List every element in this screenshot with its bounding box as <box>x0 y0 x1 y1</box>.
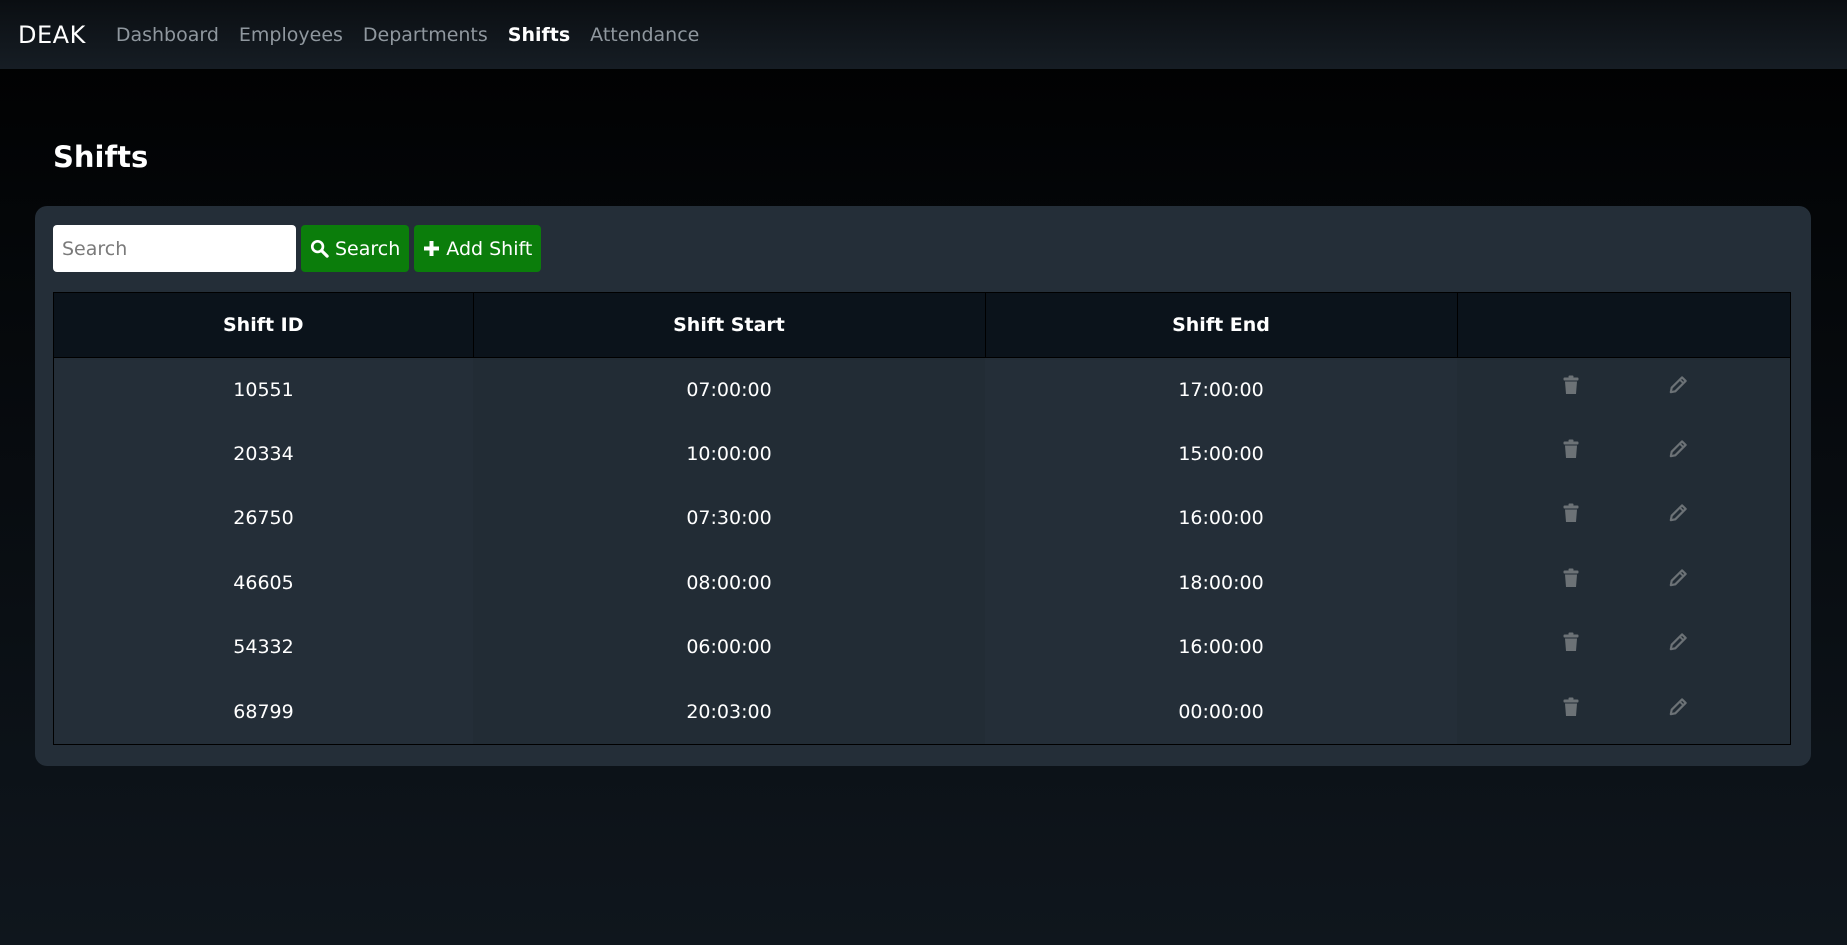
add-shift-button[interactable]: Add Shift <box>414 225 542 272</box>
table-row: 68799 20:03:00 00:00:00 <box>54 679 1790 744</box>
cell-shift-id: 20334 <box>54 421 473 486</box>
nav-link-departments[interactable]: Departments <box>363 24 488 46</box>
cell-shift-id: 68799 <box>54 679 473 744</box>
shifts-table-wrapper: Shift ID Shift Start Shift End 10551 07:… <box>53 292 1791 745</box>
table-row: 54332 06:00:00 16:00:00 <box>54 615 1790 680</box>
cell-shift-start: 07:00:00 <box>473 357 985 422</box>
toolbar: Search Add Shift <box>53 225 542 272</box>
row-actions <box>1457 567 1790 589</box>
search-input[interactable] <box>53 225 296 272</box>
cell-shift-start: 10:00:00 <box>473 421 985 486</box>
brand-logo[interactable]: DEAK <box>18 21 86 49</box>
cell-shift-start: 08:00:00 <box>473 550 985 615</box>
pencil-icon[interactable] <box>1669 502 1687 524</box>
trash-icon[interactable] <box>1562 502 1580 524</box>
page-title: Shifts <box>53 140 149 174</box>
pencil-icon[interactable] <box>1669 567 1687 589</box>
row-actions <box>1457 631 1790 653</box>
cell-actions <box>1457 679 1790 744</box>
table-header-row: Shift ID Shift Start Shift End <box>54 293 1790 358</box>
nav-link-shifts[interactable]: Shifts <box>508 24 570 46</box>
cell-shift-id: 10551 <box>54 357 473 422</box>
cell-actions <box>1457 615 1790 680</box>
cell-shift-end: 18:00:00 <box>985 550 1457 615</box>
cell-shift-id: 26750 <box>54 486 473 551</box>
column-header-actions <box>1457 293 1790 358</box>
column-header-shift-start[interactable]: Shift Start <box>473 293 986 358</box>
cell-actions <box>1457 550 1790 615</box>
trash-icon[interactable] <box>1562 631 1580 653</box>
nav-link-employees[interactable]: Employees <box>239 24 343 46</box>
table-row: 26750 07:30:00 16:00:00 <box>54 486 1790 551</box>
table-row: 10551 07:00:00 17:00:00 <box>54 357 1790 422</box>
add-shift-label: Add Shift <box>446 237 533 260</box>
nav-link-attendance[interactable]: Attendance <box>590 24 699 46</box>
column-header-shift-id[interactable]: Shift ID <box>54 293 474 358</box>
trash-icon[interactable] <box>1562 438 1580 460</box>
cell-shift-end: 17:00:00 <box>985 357 1457 422</box>
cell-actions <box>1457 486 1790 551</box>
row-actions <box>1457 502 1790 524</box>
pencil-icon[interactable] <box>1669 696 1687 718</box>
search-button-label: Search <box>335 237 401 260</box>
cell-shift-end: 00:00:00 <box>985 679 1457 744</box>
trash-icon[interactable] <box>1562 567 1580 589</box>
table-row: 46605 08:00:00 18:00:00 <box>54 550 1790 615</box>
plus-icon <box>423 240 440 257</box>
cell-shift-end: 15:00:00 <box>985 421 1457 486</box>
cell-shift-end: 16:00:00 <box>985 615 1457 680</box>
cell-actions <box>1457 421 1790 486</box>
row-actions <box>1457 374 1790 396</box>
trash-icon[interactable] <box>1562 696 1580 718</box>
cell-shift-start: 07:30:00 <box>473 486 985 551</box>
cell-shift-id: 46605 <box>54 550 473 615</box>
cell-actions <box>1457 357 1790 422</box>
shifts-table: Shift ID Shift Start Shift End 10551 07:… <box>54 293 1790 744</box>
table-row: 20334 10:00:00 15:00:00 <box>54 421 1790 486</box>
pencil-icon[interactable] <box>1669 374 1687 396</box>
top-navbar: DEAK Dashboard Employees Departments Shi… <box>0 0 1847 69</box>
cell-shift-end: 16:00:00 <box>985 486 1457 551</box>
cell-shift-start: 06:00:00 <box>473 615 985 680</box>
search-button[interactable]: Search <box>301 225 410 272</box>
column-header-shift-end[interactable]: Shift End <box>985 293 1458 358</box>
row-actions <box>1457 696 1790 718</box>
nav-link-dashboard[interactable]: Dashboard <box>116 24 219 46</box>
shifts-panel: Search Add Shift Shift ID Shift Start Sh… <box>35 206 1811 766</box>
pencil-icon[interactable] <box>1669 631 1687 653</box>
cell-shift-start: 20:03:00 <box>473 679 985 744</box>
pencil-icon[interactable] <box>1669 438 1687 460</box>
cell-shift-id: 54332 <box>54 615 473 680</box>
row-actions <box>1457 438 1790 460</box>
trash-icon[interactable] <box>1562 374 1580 396</box>
search-icon <box>310 239 329 258</box>
